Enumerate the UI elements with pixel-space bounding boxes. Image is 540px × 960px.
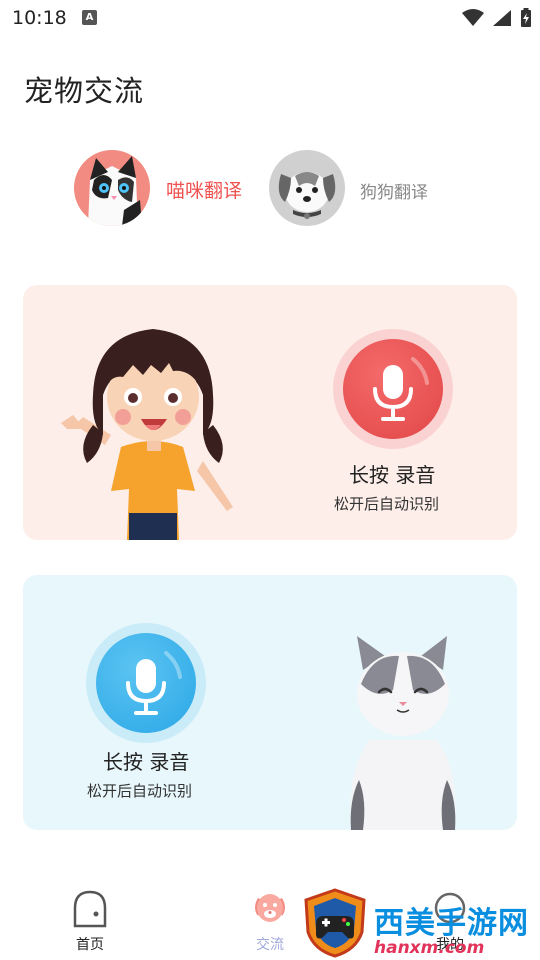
status-icons: [459, 7, 532, 28]
home-icon: [73, 890, 107, 928]
notification-badge-icon: A: [82, 10, 97, 25]
tab-dog-translate[interactable]: 狗狗翻译: [269, 150, 449, 228]
page-title: 宠物交流: [24, 74, 145, 108]
signal-icon: [492, 9, 511, 26]
watermark-url: hanxm.com: [374, 938, 485, 958]
nav-label-chat: 交流: [256, 937, 284, 953]
record-subtitle: 松开后自动识别: [87, 782, 193, 800]
record-button-pet[interactable]: [86, 623, 206, 743]
record-title: 长按 录音: [103, 750, 190, 774]
girl-illustration: [61, 329, 233, 540]
nav-item-chat[interactable]: 交流: [240, 890, 300, 956]
pet-record-card: 长按 录音 松开后自动识别: [23, 575, 517, 830]
human-record-card: 长按 录音 松开后自动识别: [23, 285, 517, 540]
record-title: 长按 录音: [349, 463, 436, 487]
tab-cat-label: 喵咪翻译: [166, 180, 243, 202]
status-bar: 10:18 A: [0, 0, 540, 38]
status-time: 10:18: [12, 7, 67, 29]
watermark: 西美手游网 hanxm.com: [302, 888, 540, 960]
dog-face-icon: [255, 894, 285, 922]
microphone-icon: [343, 339, 443, 439]
record-subtitle: 松开后自动识别: [334, 495, 440, 513]
record-button-human[interactable]: [333, 329, 453, 449]
dog-avatar-icon: [269, 150, 345, 226]
gamepad-shield-logo: [304, 888, 366, 958]
wifi-icon: [461, 8, 484, 26]
microphone-icon: [96, 633, 196, 733]
cat-illustration: [350, 636, 456, 830]
nav-item-home[interactable]: 首页: [60, 890, 120, 956]
watermark-text: 西美手游网: [374, 906, 529, 941]
tab-dog-label: 狗狗翻译: [360, 183, 428, 203]
battery-icon: [521, 7, 531, 27]
nav-label-home: 首页: [76, 937, 104, 953]
tab-cat-translate[interactable]: 喵咪翻译: [74, 150, 264, 228]
cat-avatar-icon: [74, 150, 150, 226]
